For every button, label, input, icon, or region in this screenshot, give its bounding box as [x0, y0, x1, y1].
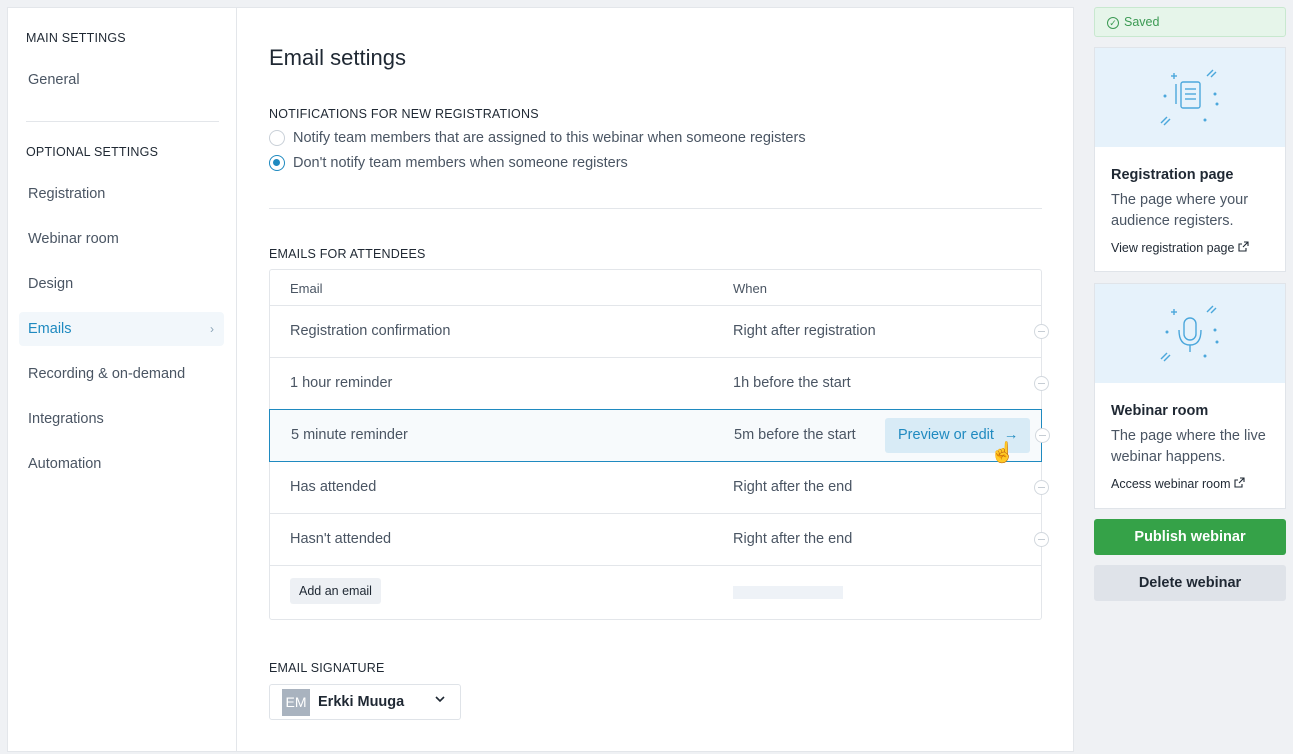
sidebar-item-automation[interactable]: Automation — [19, 447, 224, 481]
emails-table: Email When Registration confirmation Rig… — [269, 269, 1050, 620]
loading-placeholder — [733, 586, 843, 599]
notify-option-2-label: Don't notify team members when someone r… — [293, 155, 628, 171]
sidebar-item-emails[interactable]: Emails › — [19, 312, 224, 346]
view-registration-page-link[interactable]: View registration page — [1111, 241, 1249, 255]
chevron-down-icon — [434, 693, 446, 708]
email-name: 5 minute reminder — [291, 427, 408, 443]
preview-or-edit-label: Preview or edit — [898, 427, 994, 443]
webinar-room-card-title: Webinar room — [1111, 403, 1209, 419]
remove-icon[interactable] — [1034, 480, 1049, 495]
signature-heading: EMAIL SIGNATURE — [269, 661, 385, 675]
notify-option-1[interactable]: Notify team members that are assigned to… — [269, 128, 806, 148]
main-settings-heading: MAIN SETTINGS — [26, 31, 126, 45]
add-email-button[interactable]: Add an email — [290, 578, 381, 604]
settings-card: MAIN SETTINGS General OPTIONAL SETTINGS … — [7, 7, 1074, 752]
email-name: Registration confirmation — [290, 323, 451, 339]
registration-illustration-icon — [1095, 48, 1285, 147]
remove-icon[interactable] — [1034, 376, 1049, 391]
page-title: Email settings — [269, 45, 406, 70]
optional-settings-heading: OPTIONAL SETTINGS — [26, 145, 159, 159]
remove-icon[interactable] — [1035, 428, 1050, 443]
external-link-icon — [1238, 241, 1249, 255]
settings-sidebar: MAIN SETTINGS General OPTIONAL SETTINGS … — [8, 8, 237, 751]
notify-option-2[interactable]: Don't notify team members when someone r… — [269, 153, 628, 173]
column-header-when: When — [733, 281, 767, 296]
email-name: 1 hour reminder — [290, 375, 393, 391]
external-link-icon — [1234, 477, 1245, 491]
table-row[interactable]: 1 hour reminder 1h before the start — [270, 358, 1049, 410]
chevron-right-icon: › — [210, 322, 214, 336]
email-name: Has attended — [290, 479, 377, 495]
sidebar-item-integrations[interactable]: Integrations — [19, 402, 224, 436]
signature-name: Erkki Muuga — [318, 694, 405, 710]
email-settings-content: Email settings NOTIFICATIONS FOR NEW REG… — [269, 8, 1050, 751]
notify-option-1-label: Notify team members that are assigned to… — [293, 130, 806, 146]
notifications-heading: NOTIFICATIONS FOR NEW REGISTRATIONS — [269, 107, 539, 121]
table-row[interactable]: Hasn't attended Right after the end — [270, 514, 1049, 566]
column-header-email: Email — [290, 281, 323, 296]
table-row[interactable]: Has attended Right after the end — [270, 462, 1049, 514]
email-when: 5m before the start — [734, 427, 856, 443]
attendees-heading: EMAILS FOR ATTENDEES — [269, 247, 426, 261]
saved-label: Saved — [1124, 15, 1160, 29]
remove-icon[interactable] — [1034, 532, 1049, 547]
email-when: Right after registration — [733, 323, 876, 339]
access-webinar-room-label: Access webinar room — [1111, 477, 1231, 491]
publish-webinar-button[interactable]: Publish webinar — [1094, 519, 1286, 555]
registration-card-title: Registration page — [1111, 167, 1234, 183]
check-icon: ✓ — [1107, 17, 1119, 29]
avatar: EM — [282, 689, 310, 716]
email-when: Right after the end — [733, 531, 853, 547]
signature-select[interactable]: EM Erkki Muuga — [269, 684, 461, 720]
view-registration-page-label: View registration page — [1111, 241, 1235, 255]
registration-page-card: Registration page The page where your au… — [1094, 47, 1286, 272]
table-row-highlighted[interactable]: 5 minute reminder 5m before the start Pr… — [269, 409, 1050, 464]
saved-status: ✓ Saved — [1094, 7, 1286, 37]
remove-icon[interactable] — [1034, 324, 1049, 339]
sidebar-divider — [26, 121, 219, 122]
table-row[interactable]: Registration confirmation Right after re… — [270, 306, 1049, 358]
email-when: 1h before the start — [733, 375, 851, 391]
email-name: Hasn't attended — [290, 531, 392, 547]
section-divider — [269, 208, 1042, 209]
sidebar-item-registration[interactable]: Registration — [19, 177, 224, 211]
sidebar-item-general[interactable]: General — [19, 63, 224, 97]
sidebar-item-webinar-room[interactable]: Webinar room — [19, 222, 224, 256]
radio-checked[interactable] — [269, 155, 285, 171]
table-header: Email When — [270, 270, 1041, 306]
access-webinar-room-link[interactable]: Access webinar room — [1111, 477, 1245, 491]
microphone-illustration-icon — [1095, 284, 1285, 383]
radio-unchecked[interactable] — [269, 130, 285, 146]
sidebar-item-recording[interactable]: Recording & on-demand — [19, 357, 224, 391]
delete-webinar-button[interactable]: Delete webinar — [1094, 565, 1286, 601]
sidebar-item-label: Emails — [28, 321, 72, 337]
sidebar-item-design[interactable]: Design — [19, 267, 224, 301]
email-when: Right after the end — [733, 479, 853, 495]
registration-card-desc: The page where your audience registers. — [1111, 192, 1249, 229]
webinar-room-card-desc: The page where the live webinar happens. — [1111, 428, 1266, 465]
webinar-room-card: Webinar room The page where the live web… — [1094, 283, 1286, 509]
